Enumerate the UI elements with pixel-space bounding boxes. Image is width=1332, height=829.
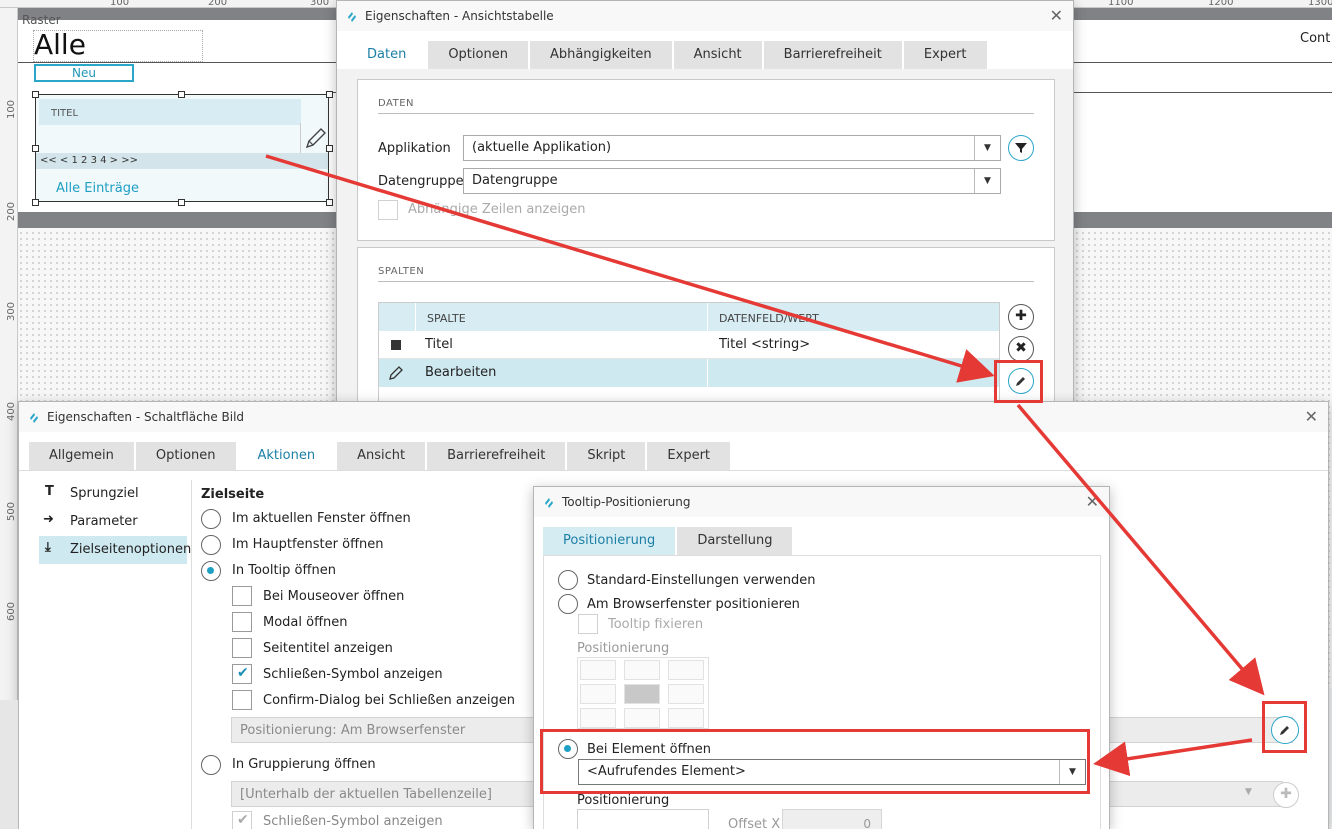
- arrow-line: [265, 154, 995, 383]
- annotation-arrows: [265, 154, 1265, 777]
- arrow-line: [1016, 403, 1265, 696]
- arrow-line: [1093, 738, 1253, 777]
